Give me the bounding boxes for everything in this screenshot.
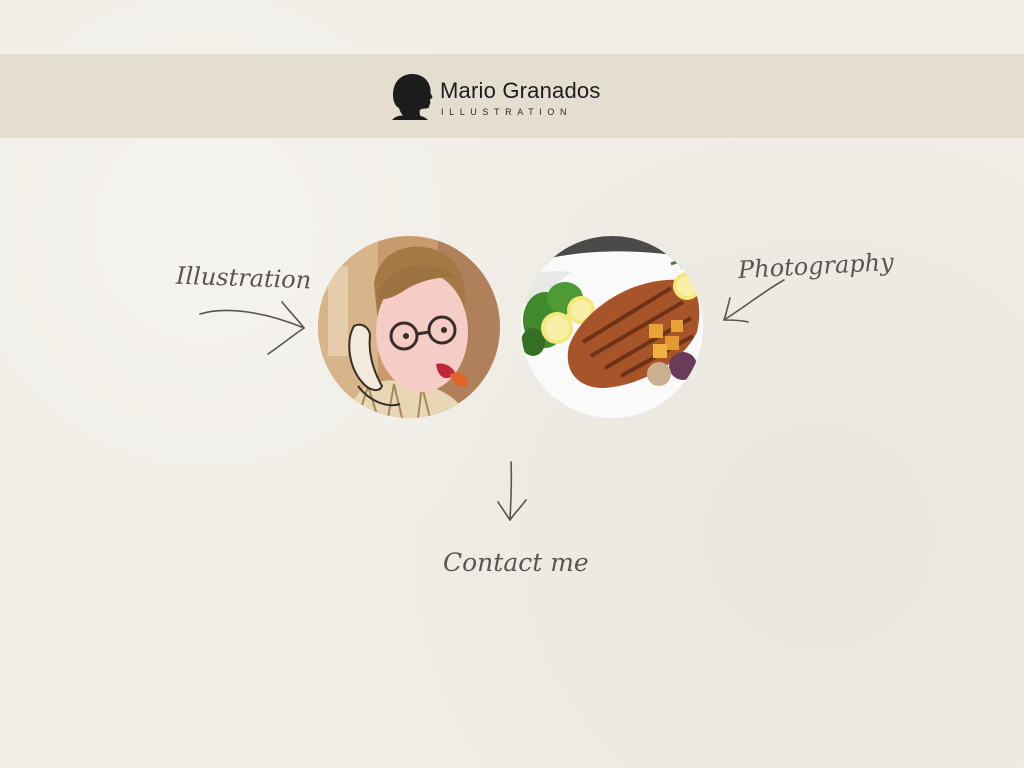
contact-link[interactable]: Contact me bbox=[443, 548, 589, 577]
silhouette-head-icon bbox=[390, 72, 434, 120]
photography-arrow-icon bbox=[723, 279, 785, 323]
brand-name: Mario Granados bbox=[440, 78, 601, 103]
grilled-meat-image bbox=[521, 236, 703, 418]
photography-thumbnail[interactable] bbox=[521, 236, 703, 418]
illustration-link[interactable]: Illustration bbox=[176, 262, 312, 295]
contact-arrow-icon bbox=[497, 461, 527, 521]
cartoon-man-image bbox=[318, 236, 500, 418]
brand-subtitle: ILLUSTRATION bbox=[441, 107, 573, 117]
illustration-thumbnail[interactable] bbox=[318, 236, 500, 418]
site-logo[interactable]: Mario Granados ILLUSTRATION bbox=[390, 72, 620, 122]
illustration-arrow-icon bbox=[199, 301, 305, 355]
